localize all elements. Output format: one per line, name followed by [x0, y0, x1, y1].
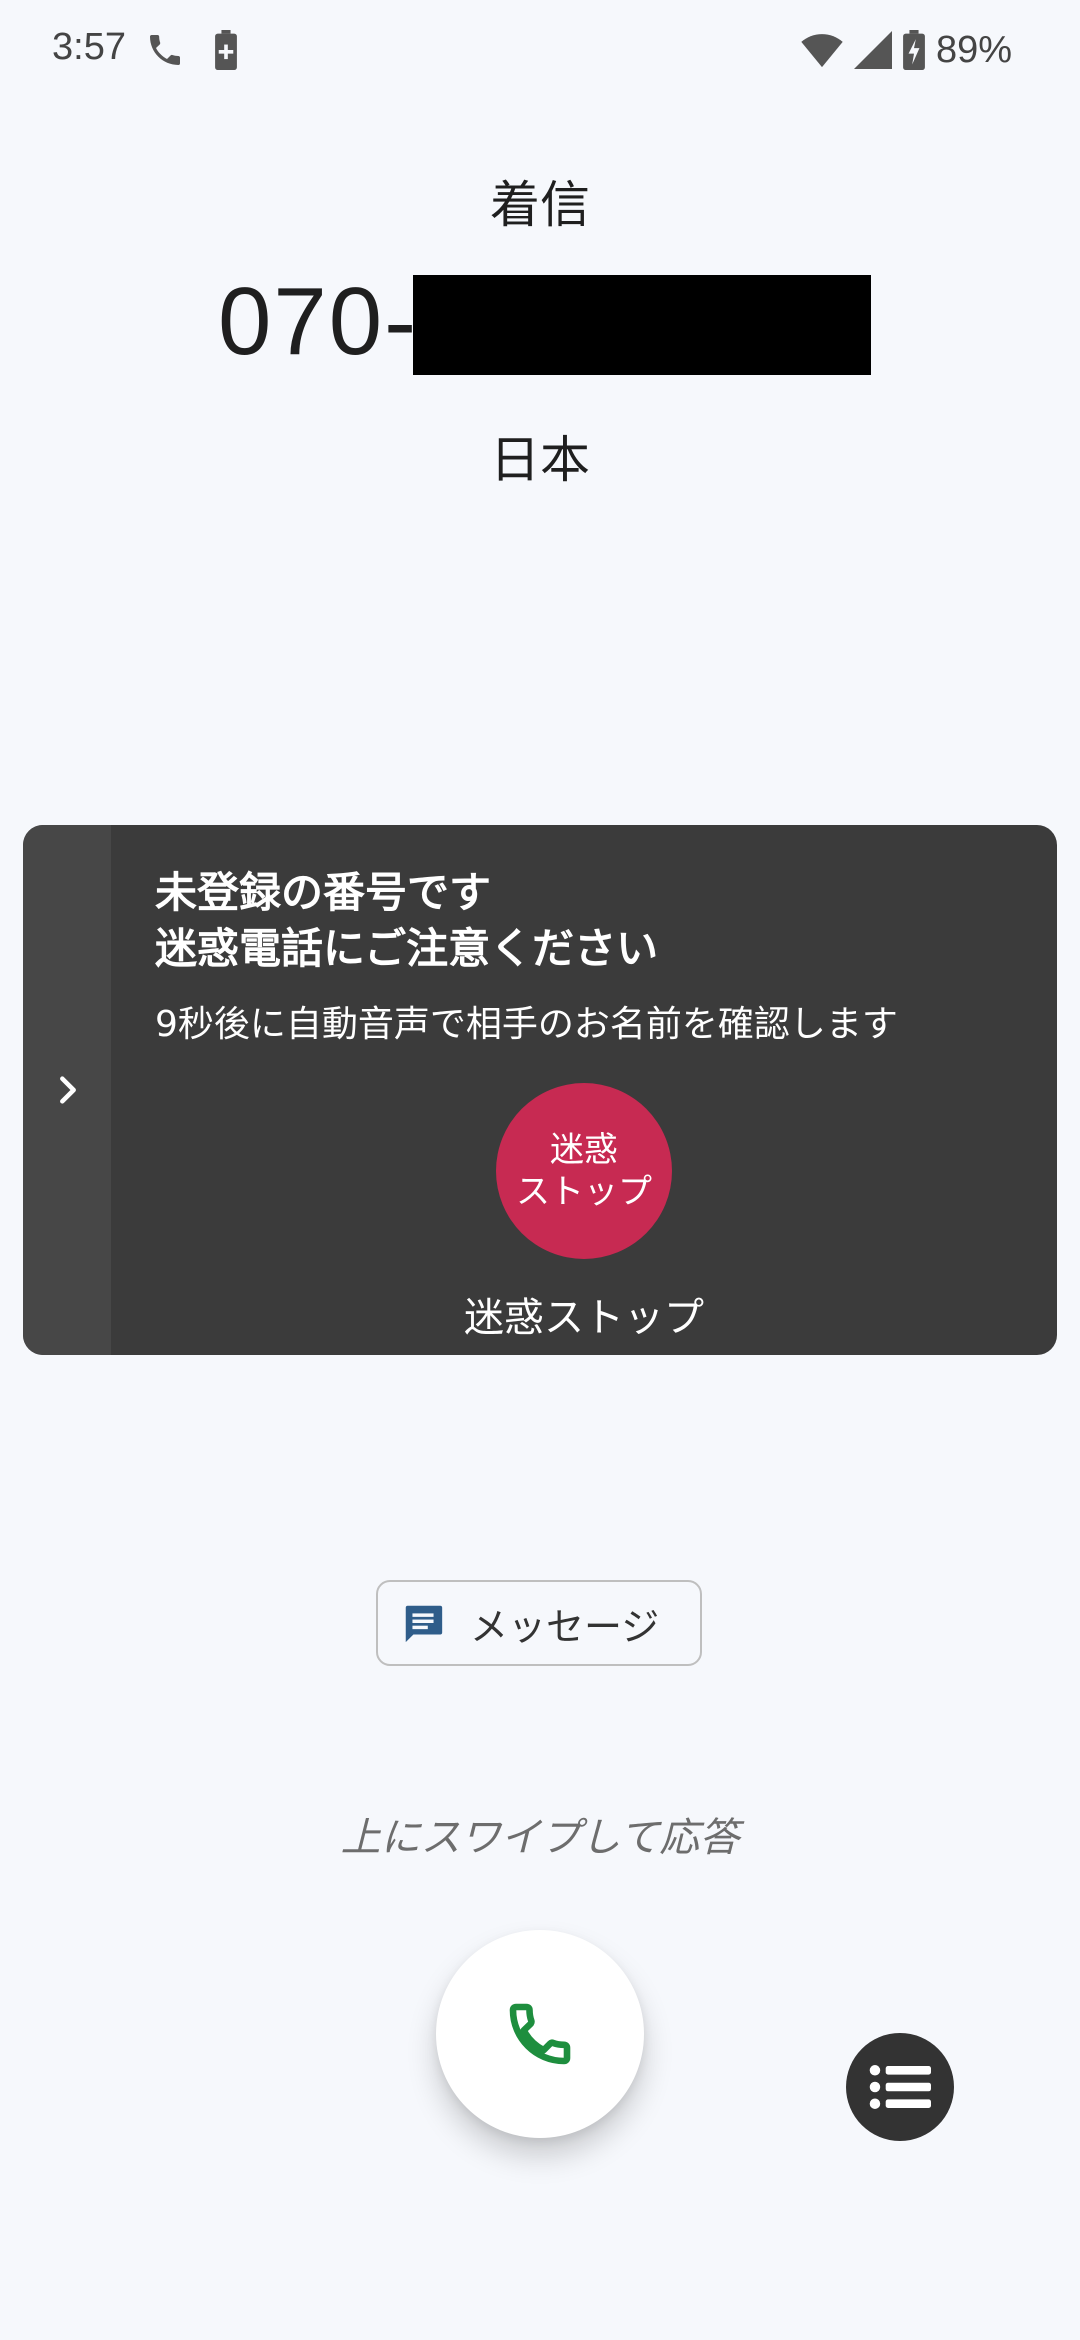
spam-title-line2: 迷惑電話にご注意ください: [155, 924, 659, 973]
status-bar: 3:57 89%: [0, 0, 1080, 100]
phone-icon: [150, 35, 180, 65]
spam-stop-button[interactable]: 迷惑 ストップ: [496, 1083, 672, 1259]
redacted-number: [413, 275, 871, 375]
spam-card-expand-handle[interactable]: [23, 825, 111, 1355]
status-time: 3:57: [52, 26, 126, 68]
spam-warning-description: 9秒後に自動音声で相手のお名前を確認します: [155, 1004, 898, 1045]
list-menu-icon: [869, 2065, 931, 2109]
answer-call-button[interactable]: [436, 1930, 644, 2138]
spam-warning-card: 未登録の番号です 迷惑電話にご注意ください 9秒後に自動音声で相手のお名前を確認…: [23, 825, 1057, 1355]
message-icon: [405, 1605, 443, 1643]
status-right-group: 89%: [800, 26, 1012, 74]
spam-title-line1: 未登録の番号です: [155, 868, 492, 917]
wifi-icon: [801, 34, 843, 68]
battery-saver-icon: [215, 30, 237, 70]
cell-signal-icon: [853, 31, 892, 69]
spam-warning-title: 未登録の番号です 迷惑電話にご注意ください: [155, 865, 1035, 977]
swipe-to-answer-hint: 上にスワイプして応答: [340, 1815, 740, 1861]
message-reply-button[interactable]: メッセージ: [376, 1580, 702, 1666]
call-state-label: 着信: [490, 176, 590, 234]
battery-charging-icon: [903, 30, 925, 70]
spam-stop-caption: 迷惑ストップ: [464, 1295, 704, 1341]
phone-answer-icon: [509, 2003, 571, 2065]
chevron-right-icon: [60, 1076, 76, 1104]
caller-number-prefix: 070-: [218, 268, 419, 375]
spam-stop-button-line2: ストップ: [516, 1172, 652, 1212]
caller-number: 070-: [218, 262, 418, 382]
caller-country: 日本: [490, 431, 590, 489]
message-button-label: メッセージ: [470, 1604, 660, 1649]
call-options-menu-button[interactable]: [846, 2033, 954, 2141]
battery-percent: 89%: [935, 28, 1012, 71]
spam-stop-button-line1: 迷惑: [550, 1130, 618, 1170]
